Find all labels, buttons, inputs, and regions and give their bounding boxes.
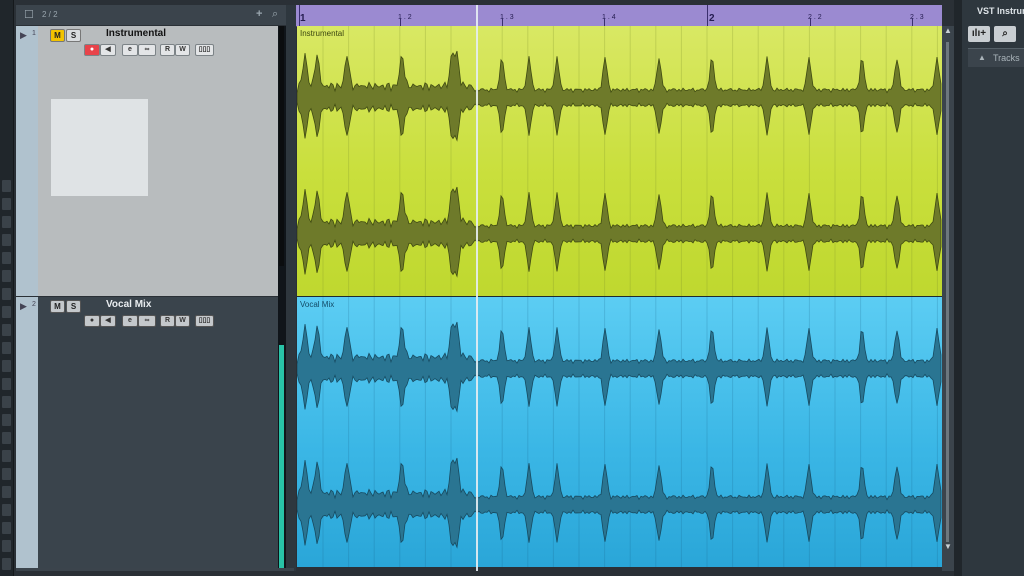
search-icon[interactable]: ⌕ — [272, 8, 278, 21]
zone-tab[interactable] — [2, 486, 11, 498]
checkbox-icon[interactable]: ☐ — [24, 8, 34, 21]
zone-tab[interactable] — [2, 360, 11, 372]
zone-tab[interactable] — [2, 468, 11, 480]
search-icon[interactable]: ⌕ — [994, 26, 1016, 42]
waveform-channel — [297, 457, 942, 549]
track-name[interactable]: Vocal Mix — [106, 299, 151, 310]
waveform-channel — [297, 321, 942, 413]
ruler-tick — [912, 18, 913, 26]
zone-tab[interactable] — [2, 288, 11, 300]
waveform-channel — [297, 50, 942, 142]
zone-tab[interactable] — [2, 252, 11, 264]
collapse-icon[interactable]: ▲ — [978, 53, 986, 62]
mute-button[interactable]: M — [50, 300, 65, 313]
track-picture — [51, 99, 148, 196]
zone-tab[interactable] — [2, 270, 11, 282]
ruler-tick — [604, 18, 605, 26]
waveform — [297, 26, 942, 296]
record-enable-button[interactable]: ● — [84, 44, 100, 56]
zone-tab[interactable] — [2, 396, 11, 408]
ruler-tick — [810, 18, 811, 26]
link-button[interactable]: ∞ — [138, 44, 156, 56]
scroll-down-icon[interactable]: ▼ — [944, 542, 952, 551]
read-automation-button[interactable]: R — [160, 44, 175, 56]
track-divider — [297, 296, 942, 297]
read-automation-button[interactable]: R — [160, 315, 175, 327]
zone-tab[interactable] — [2, 540, 11, 552]
zone-tab[interactable] — [2, 234, 11, 246]
edit-instrument-button[interactable]: e — [122, 44, 138, 56]
audio-event-vocal-mix[interactable]: Vocal Mix — [297, 297, 942, 567]
scroll-thumb[interactable] — [946, 42, 949, 542]
scroll-up-icon[interactable]: ▲ — [944, 26, 952, 35]
zone-tab[interactable] — [2, 378, 11, 390]
record-enable-button[interactable]: ● — [84, 315, 100, 327]
zone-tab[interactable] — [2, 522, 11, 534]
solo-button[interactable]: S — [66, 300, 81, 313]
waveform-channel — [297, 186, 942, 278]
zone-tab[interactable] — [2, 432, 11, 444]
timeline-ruler[interactable]: 1 1 . 2 1 . 3 1 . 4 2 2 . 2 2 . 3 — [296, 5, 942, 27]
track-number: 2 — [32, 301, 36, 308]
zone-tab[interactable] — [2, 216, 11, 228]
write-automation-button[interactable]: W — [175, 44, 190, 56]
zone-tab[interactable] — [2, 342, 11, 354]
level-meter-instrumental — [279, 26, 284, 266]
ruler-label: 1 — [300, 13, 306, 24]
plus-icon[interactable]: + — [256, 8, 262, 20]
panel-divider[interactable] — [286, 5, 296, 571]
panel-divider[interactable] — [954, 0, 962, 576]
track-color-strip: ▶ 2 — [16, 297, 38, 568]
channel-settings-button[interactable]: ▯▯▯ — [195, 315, 214, 327]
expand-icon[interactable]: ▶ — [20, 301, 27, 312]
zone-tab[interactable] — [2, 306, 11, 318]
write-automation-button[interactable]: W — [175, 315, 190, 327]
vertical-scrollbar[interactable]: ▲ ▼ — [942, 26, 954, 571]
ruler-tick — [502, 18, 503, 26]
mute-button[interactable]: M — [50, 29, 65, 42]
project-cursor[interactable] — [476, 5, 478, 571]
audio-event-instrumental[interactable]: Instrumental — [297, 26, 942, 296]
level-meter-vocal-mix — [279, 345, 284, 568]
zone-tab[interactable] — [2, 198, 11, 210]
right-zone-panel: VST Instruments ılı+ ⌕ ▲ Tracks — [962, 0, 1024, 576]
left-zone-strip — [0, 0, 14, 576]
solo-button[interactable]: S — [66, 29, 81, 42]
zone-tab[interactable] — [2, 324, 11, 336]
edit-instrument-button[interactable]: e — [122, 315, 138, 327]
tracks-label: Tracks — [993, 53, 1020, 63]
ruler-tick — [707, 5, 708, 26]
waveform — [297, 297, 942, 567]
ruler-label: 2 — [709, 13, 715, 24]
monitor-button[interactable]: ◀ — [100, 315, 116, 327]
track-color-strip: ▶ 1 — [16, 26, 38, 296]
zone-tab[interactable] — [2, 180, 11, 192]
ruler-tick — [299, 5, 300, 26]
track-number: 1 — [32, 30, 36, 37]
ruler-tick — [400, 18, 401, 26]
channel-settings-button[interactable]: ▯▯▯ — [195, 44, 214, 56]
add-instrument-button[interactable]: ılı+ — [968, 26, 990, 42]
track-row-vocal-mix[interactable]: ▶ 2 M S Vocal Mix ● ◀ e ∞ R W ▯▯▯ — [16, 297, 286, 568]
track-count: 2 / 2 — [42, 10, 58, 19]
zone-tab[interactable] — [2, 450, 11, 462]
monitor-button[interactable]: ◀ — [100, 44, 116, 56]
panel-title: VST Instruments — [977, 6, 1024, 16]
link-button[interactable]: ∞ — [138, 315, 156, 327]
zone-tab[interactable] — [2, 558, 11, 570]
expand-icon[interactable]: ▶ — [20, 30, 27, 41]
zone-tab[interactable] — [2, 504, 11, 516]
tracks-section-header[interactable]: ▲ Tracks — [968, 48, 1024, 67]
track-list-footer — [16, 568, 294, 571]
track-list-header: ☐ 2 / 2 + ⌕ — [16, 5, 286, 26]
zone-tab[interactable] — [2, 414, 11, 426]
track-name[interactable]: Instrumental — [106, 28, 166, 39]
track-row-instrumental[interactable]: ▶ 1 M S Instrumental ● ◀ e ∞ R W ▯▯▯ — [16, 26, 286, 296]
